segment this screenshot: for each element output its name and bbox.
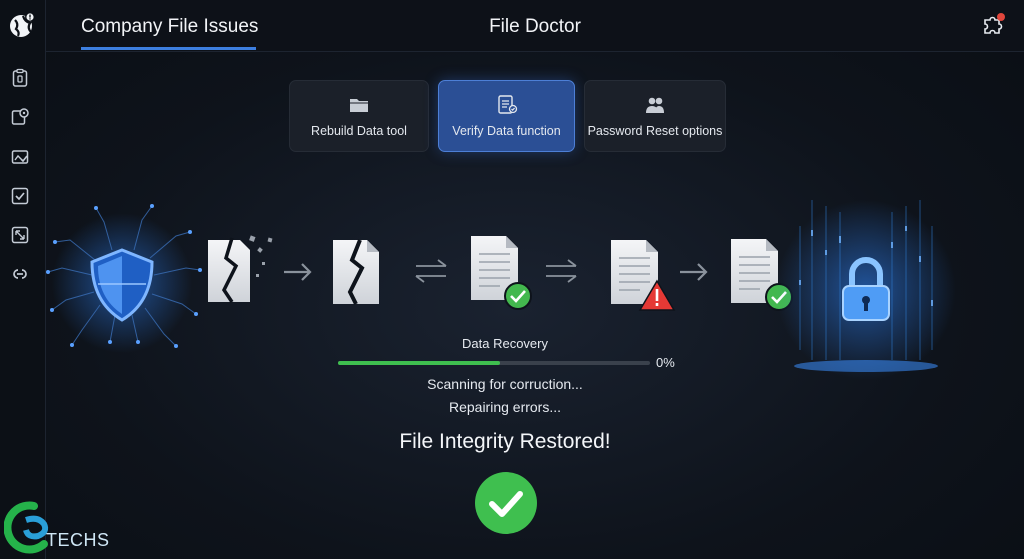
page-title: File Doctor: [489, 16, 581, 37]
sidebar: [0, 0, 46, 559]
restored-message: File Integrity Restored!: [399, 430, 611, 453]
broken-document-icon: [333, 239, 379, 305]
puzzle-notification-icon[interactable]: [980, 12, 1006, 38]
top-bar: Company File Issues File Doctor: [46, 0, 1024, 52]
shattered-document-icon: [208, 235, 273, 303]
globe-logo-icon[interactable]: [7, 10, 37, 40]
exchange-arrows-icon: [415, 259, 447, 283]
active-tab-underline: [81, 47, 256, 50]
progress-percent: 0%: [656, 355, 675, 370]
progress-title: Data Recovery: [462, 336, 548, 351]
map-pin-icon[interactable]: [10, 107, 30, 127]
document-list-icon: [497, 95, 517, 114]
shield-circuit-icon: [46, 204, 202, 353]
card-label: Password Reset options: [587, 124, 723, 138]
brand-text: TECHS: [46, 530, 110, 550]
verified-document-icon: [471, 236, 532, 310]
arrow-right-icon: [284, 263, 312, 281]
resize-icon[interactable]: [10, 225, 30, 245]
card-verify-data-function[interactable]: Verify Data function: [438, 80, 575, 152]
warning-document-icon: [611, 240, 676, 311]
folder-icon: [350, 99, 368, 112]
link-icon[interactable]: [10, 264, 30, 284]
card-rebuild-data-tool[interactable]: Rebuild Data tool: [289, 80, 429, 152]
checkbox-icon[interactable]: [10, 186, 30, 206]
progress-fill: [338, 361, 501, 365]
users-icon: [646, 97, 664, 113]
arrow-right-icon: [680, 263, 708, 281]
exchange-arrows-icon: [546, 259, 577, 283]
status-repairing: Repairing errors...: [448, 399, 562, 415]
clipboard-icon[interactable]: [10, 68, 30, 88]
padlock-icon: [776, 200, 956, 380]
card-label: Rebuild Data tool: [311, 124, 407, 138]
card-label: Verify Data function: [452, 124, 561, 138]
progress-bar: [338, 361, 650, 365]
card-password-reset-options[interactable]: Password Reset options: [584, 80, 726, 152]
status-scanning: Scanning for corruction...: [427, 376, 583, 392]
success-check-icon: [475, 472, 537, 534]
image-check-icon[interactable]: [10, 147, 30, 167]
